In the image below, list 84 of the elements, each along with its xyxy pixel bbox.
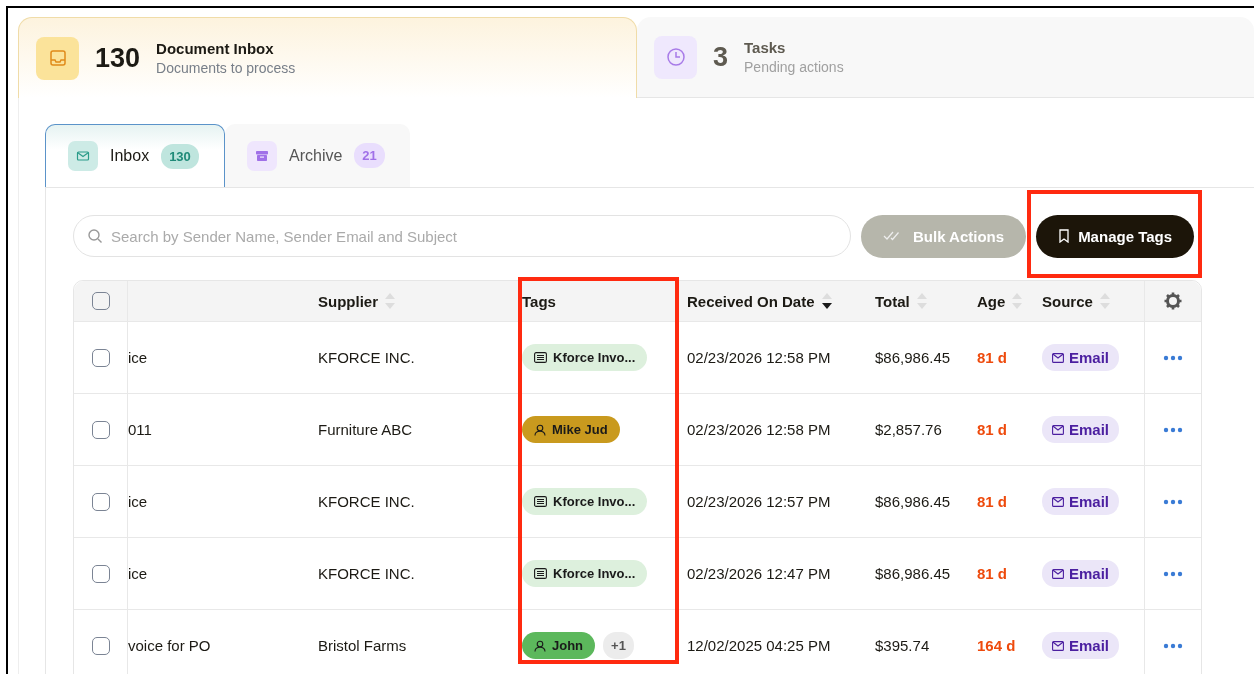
- more-options-icon[interactable]: [1163, 570, 1183, 577]
- age-cell: 81 d: [977, 565, 1007, 582]
- row-checkbox[interactable]: [91, 348, 110, 367]
- source-badge: Email: [1042, 344, 1120, 371]
- source-badge: Email: [1042, 560, 1120, 587]
- tag-chip[interactable]: Kforce Invo...: [522, 344, 648, 371]
- card-count: 3: [713, 41, 729, 73]
- table-cell: ice: [128, 565, 148, 582]
- total-cell: $86,986.45: [875, 349, 951, 366]
- search-field[interactable]: Search by Sender Name, Sender Email and Subject: [73, 215, 851, 257]
- age-cell: 81 d: [977, 349, 1007, 366]
- supplier-cell: Furniture ABC: [318, 421, 413, 438]
- total-cell: $395.74: [875, 637, 930, 654]
- table-cell: voice for PO: [128, 637, 211, 654]
- mail-icon: [1052, 496, 1064, 507]
- bookmark-icon: [1058, 229, 1071, 243]
- tag-chip[interactable]: Kforce Invo...: [522, 560, 648, 587]
- person-icon: [534, 423, 546, 436]
- mail-icon: [1052, 352, 1064, 363]
- archive-box-icon: [255, 148, 269, 163]
- supplier-cell: KFORCE INC.: [318, 349, 415, 366]
- tab[interactable]: Archive 21: [225, 124, 410, 187]
- tab-count-badge: 21: [354, 143, 385, 168]
- mail-icon: [1052, 568, 1064, 579]
- mail-icon: [1052, 640, 1064, 651]
- mail-icon: [76, 149, 90, 163]
- settings-icon[interactable]: [1164, 292, 1182, 310]
- age-cell: 81 d: [977, 421, 1007, 438]
- table-cell: ice: [128, 349, 148, 366]
- date-cell: 02/23/2026 12:57 PM: [687, 493, 831, 510]
- card-title: Document Inbox: [156, 40, 275, 57]
- document-icon: [534, 568, 547, 579]
- age-cell: 81 d: [977, 493, 1007, 510]
- more-options-icon[interactable]: [1163, 426, 1183, 433]
- row-checkbox[interactable]: [91, 492, 110, 511]
- column-header[interactable]: Received On Date: [687, 292, 815, 310]
- manage-tags-button[interactable]: Manage Tags: [1036, 214, 1195, 258]
- more-options-icon[interactable]: [1163, 498, 1183, 505]
- tag-chip[interactable]: Mike Jud: [522, 416, 620, 443]
- total-cell: $86,986.45: [875, 565, 951, 582]
- supplier-cell: Bristol Farms: [318, 637, 407, 654]
- more-options-icon[interactable]: [1163, 642, 1183, 649]
- row-checkbox[interactable]: [91, 564, 110, 583]
- row-checkbox[interactable]: [91, 420, 110, 439]
- table-cell: ice: [128, 493, 148, 510]
- source-badge: Email: [1042, 416, 1120, 443]
- tag-chip[interactable]: Kforce Invo...: [522, 488, 648, 515]
- person-icon: [534, 639, 546, 652]
- total-cell: $2,857.76: [875, 421, 942, 438]
- tab-count-badge: 130: [161, 143, 199, 169]
- column-header[interactable]: Age: [977, 292, 1006, 310]
- tab[interactable]: Inbox 130: [45, 124, 225, 187]
- mail-icon: [1052, 424, 1064, 435]
- age-cell: 164 d: [977, 637, 1016, 654]
- summary-card[interactable]: 3 Tasks Pending actions: [637, 17, 1254, 98]
- column-header[interactable]: Tags: [522, 292, 556, 310]
- more-tags-badge[interactable]: +1: [603, 632, 634, 659]
- row-checkbox[interactable]: [91, 636, 110, 655]
- column-header[interactable]: Source: [1042, 292, 1093, 310]
- source-badge: Email: [1042, 488, 1120, 515]
- search-icon: [87, 228, 103, 244]
- card-title: Tasks: [744, 39, 787, 56]
- source-badge: Email: [1042, 632, 1120, 659]
- tag-chip[interactable]: John: [522, 632, 596, 659]
- card-count: 130: [95, 42, 141, 74]
- column-header[interactable]: Total: [875, 292, 910, 310]
- clock-icon: [665, 47, 686, 67]
- document-icon: [534, 352, 547, 363]
- date-cell: 12/02/2025 04:25 PM: [687, 637, 831, 654]
- supplier-cell: KFORCE INC.: [318, 493, 415, 510]
- inbox-tray-icon: [48, 49, 67, 67]
- card-subtitle: Documents to process: [156, 60, 296, 76]
- card-subtitle: Pending actions: [744, 59, 844, 75]
- date-cell: 02/23/2026 12:47 PM: [687, 565, 831, 582]
- table-cell: 011: [128, 421, 152, 438]
- document-icon: [534, 496, 547, 507]
- total-cell: $86,986.45: [875, 493, 951, 510]
- more-options-icon[interactable]: [1163, 354, 1183, 361]
- supplier-cell: KFORCE INC.: [318, 565, 415, 582]
- date-cell: 02/23/2026 12:58 PM: [687, 421, 831, 438]
- summary-card[interactable]: 130 Document Inbox Documents to process: [18, 17, 637, 98]
- column-header[interactable]: Supplier: [318, 292, 378, 310]
- select-all-checkbox[interactable]: [91, 292, 110, 310]
- date-cell: 02/23/2026 12:58 PM: [687, 349, 831, 366]
